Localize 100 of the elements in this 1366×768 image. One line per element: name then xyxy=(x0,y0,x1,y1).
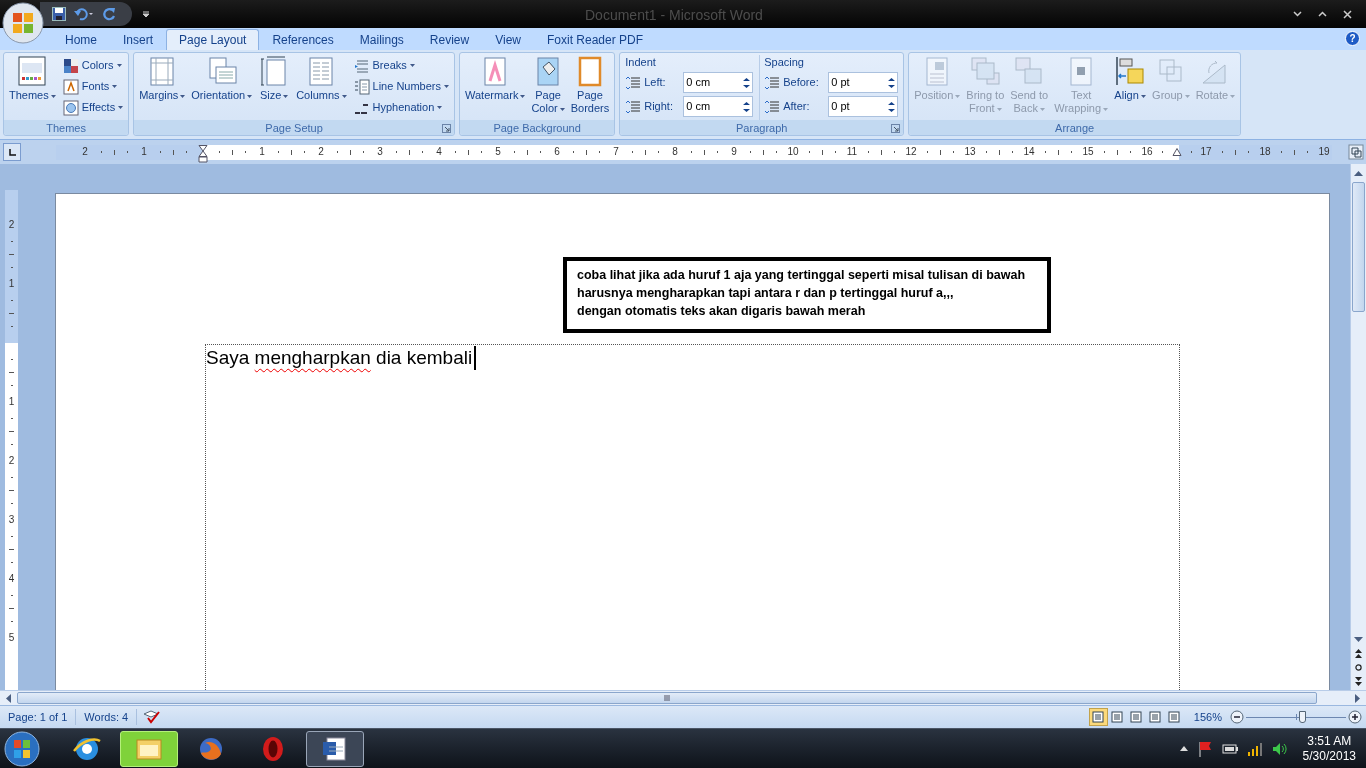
ribbon-tab[interactable]: View xyxy=(482,29,534,50)
flag-icon[interactable] xyxy=(1196,740,1213,757)
ribbon-tab[interactable]: References xyxy=(259,29,347,50)
group-label: Arrange xyxy=(1055,120,1095,135)
effects-icon xyxy=(62,99,79,116)
ribbon-button[interactable]: Themes xyxy=(6,55,59,120)
scroll-right-icon[interactable] xyxy=(1355,693,1361,703)
ribbon-tab[interactable]: Page Layout xyxy=(166,29,260,50)
start-orb-icon[interactable] xyxy=(3,729,41,768)
group-label: Themes xyxy=(46,120,86,135)
breaks-icon xyxy=(353,57,370,74)
zoom-slider[interactable] xyxy=(1246,710,1346,724)
field-label: Right: xyxy=(644,99,674,115)
ribbon-button[interactable]: Page Borders xyxy=(567,55,613,120)
ruler-number: 5 xyxy=(495,147,501,157)
page-count[interactable]: Page: 1 of 1 xyxy=(0,708,77,726)
right-indent-marker-icon[interactable] xyxy=(1171,148,1182,156)
ribbon-button[interactable]: Page Color xyxy=(528,55,568,120)
ruler-number: 7 xyxy=(613,147,619,157)
zoom-in-icon[interactable] xyxy=(1348,710,1362,724)
scroll-thumb[interactable] xyxy=(17,692,1317,704)
text-box-line: dengan otomatis teks akan digaris bawah merah xyxy=(577,303,867,320)
ribbon-tab[interactable]: Home xyxy=(52,29,110,50)
view-icon xyxy=(1168,711,1181,723)
ribbon-button[interactable]: Watermark xyxy=(462,55,529,120)
view-button[interactable] xyxy=(1088,708,1108,726)
proofing-book-icon[interactable] xyxy=(143,710,162,724)
dialog-launcher-icon[interactable] xyxy=(442,124,451,133)
field-label: After: xyxy=(783,99,811,115)
maximize-icon[interactable] xyxy=(1318,11,1327,17)
spacing-lines-icon xyxy=(764,99,781,114)
ribbon-tab[interactable]: Insert xyxy=(110,29,167,50)
show-hidden-icons-icon[interactable] xyxy=(1179,746,1188,751)
section-heading: Spacing xyxy=(764,55,805,69)
next-page-icon[interactable] xyxy=(1355,677,1362,686)
ruler-number: 4 xyxy=(8,574,15,584)
zoom-out-icon[interactable] xyxy=(1230,710,1244,724)
word-count[interactable]: Words: 4 xyxy=(76,708,138,726)
scroll-thumb[interactable] xyxy=(1352,182,1365,312)
spinner-icon xyxy=(743,75,751,90)
browse-object-icon[interactable] xyxy=(1355,664,1362,671)
signal-bars-icon[interactable] xyxy=(1246,741,1263,756)
ribbon-button[interactable]: Colors xyxy=(62,57,127,74)
ruler-number: 10 xyxy=(787,147,799,157)
minimize-icon[interactable] xyxy=(1293,11,1302,17)
tab-stop-selector[interactable] xyxy=(3,143,21,161)
ribbon-button[interactable]: Hyphenation xyxy=(353,99,452,116)
customize-toolbar-icon[interactable] xyxy=(142,10,150,18)
help-button[interactable]: ? xyxy=(1345,31,1360,46)
ribbon-button[interactable]: Margins xyxy=(136,55,189,120)
view-ruler-icon[interactable] xyxy=(1348,144,1364,160)
ribbon-tab[interactable]: Mailings xyxy=(346,29,417,50)
view-icon xyxy=(1111,711,1124,723)
spin-field[interactable]: 0 pt xyxy=(828,96,899,117)
ribbon-button[interactable]: Breaks xyxy=(353,57,452,74)
ribbon-button[interactable]: Size xyxy=(255,55,294,120)
spin-field[interactable]: 0 pt xyxy=(828,72,899,93)
taskbar-button[interactable] xyxy=(306,730,364,767)
dialog-launcher-icon[interactable] xyxy=(891,124,901,133)
font-swatch-icon xyxy=(62,78,79,95)
spacing-lines-icon xyxy=(625,75,642,90)
ribbon-button[interactable]: Fonts xyxy=(62,78,127,95)
group-label: Page Setup xyxy=(265,120,323,135)
redo-icon[interactable] xyxy=(102,7,116,21)
ribbon-button[interactable]: Columns xyxy=(293,55,350,120)
battery-icon[interactable] xyxy=(1221,743,1238,754)
ribbon-button[interactable]: Line Numbers xyxy=(353,78,452,95)
save-icon[interactable] xyxy=(52,7,66,21)
ruler-number: 2 xyxy=(318,147,324,157)
previous-page-icon[interactable] xyxy=(1355,649,1362,658)
ruler-number: 4 xyxy=(436,147,442,157)
scroll-left-icon[interactable] xyxy=(5,693,11,703)
ruler-number: 1 xyxy=(141,147,147,157)
ribbon-tab[interactable]: Review xyxy=(416,29,483,50)
speaker-icon[interactable] xyxy=(1271,741,1288,756)
scroll-up-icon[interactable] xyxy=(1354,170,1363,176)
zoom-level[interactable]: 156% xyxy=(1193,708,1222,726)
ruler-number: 8 xyxy=(672,147,678,157)
ribbon-button[interactable]: Effects xyxy=(62,99,127,116)
group-label: Paragraph xyxy=(736,120,788,135)
ruler-number: 5 xyxy=(8,633,15,643)
spinner-icon xyxy=(888,75,896,90)
ribbon-button[interactable]: Align xyxy=(1111,55,1150,120)
undo-icon[interactable] xyxy=(74,7,94,21)
ruler-number: 15 xyxy=(1082,147,1094,157)
field-label: Before: xyxy=(783,75,820,91)
ruler-number: 6 xyxy=(554,147,560,157)
spin-field[interactable]: 0 cm xyxy=(683,72,754,93)
ribbon-button[interactable]: Orientation xyxy=(188,55,256,120)
vertical-scrollbar[interactable] xyxy=(1350,164,1366,690)
ruler-number: 11 xyxy=(846,147,858,157)
horizontal-scrollbar[interactable] xyxy=(0,690,1366,705)
view-icon xyxy=(1130,711,1143,723)
spin-field[interactable]: 0 cm xyxy=(683,96,754,117)
clock[interactable]: 3:51 AM 5/30/2013 xyxy=(1302,733,1356,764)
ribbon-tab[interactable]: Foxit Reader PDF xyxy=(533,29,656,50)
close-icon[interactable] xyxy=(1343,9,1352,19)
zoom-slider-thumb[interactable] xyxy=(1299,711,1306,723)
align-icon xyxy=(1114,55,1147,87)
scroll-down-icon[interactable] xyxy=(1354,637,1363,643)
